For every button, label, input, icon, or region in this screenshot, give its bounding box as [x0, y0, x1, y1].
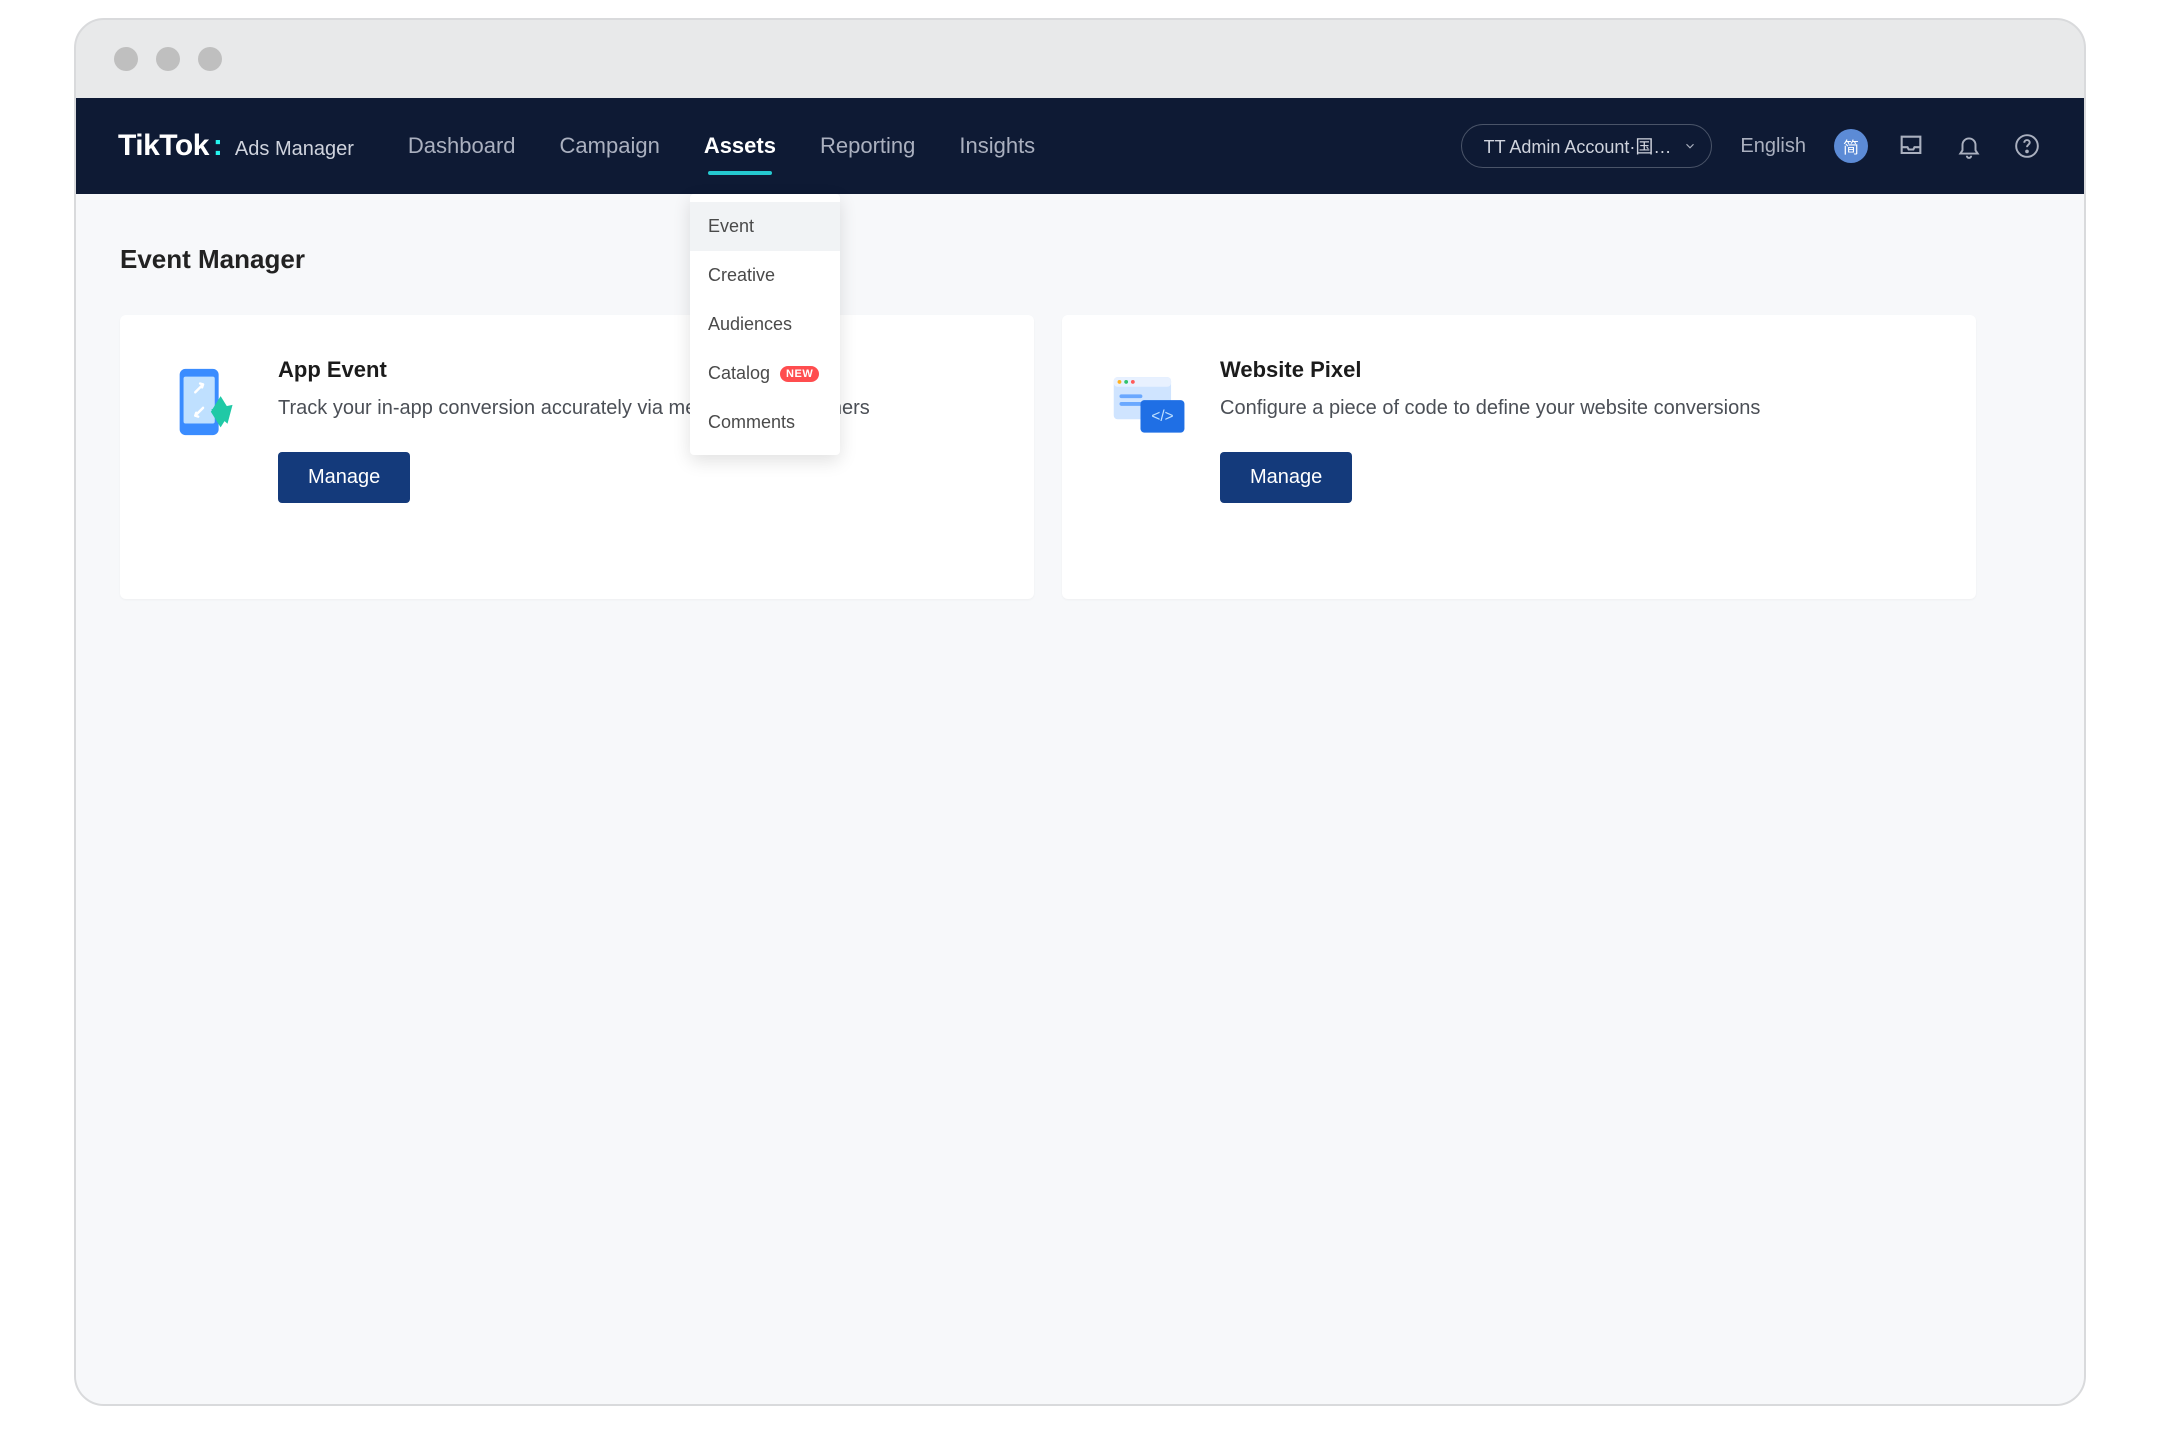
avatar-label: 简	[1843, 134, 1859, 158]
assets-dropdown: Event Creative Audiences Catalog NEW Com…	[690, 194, 840, 455]
nav-campaign[interactable]: Campaign	[560, 127, 660, 165]
app-event-icon	[166, 363, 244, 441]
nav-insights[interactable]: Insights	[959, 127, 1035, 165]
avatar[interactable]: 简	[1834, 129, 1868, 163]
cards-row: App Event Track your in-app conversion a…	[120, 315, 2040, 599]
nav-assets[interactable]: Assets	[704, 127, 776, 165]
card-title: App Event	[278, 357, 988, 383]
dropdown-item-creative[interactable]: Creative	[690, 251, 840, 300]
browser-frame: TikTok: Ads Manager Dashboard Campaign A…	[74, 18, 2086, 1406]
dropdown-item-audiences[interactable]: Audiences	[690, 300, 840, 349]
inbox-icon[interactable]	[1896, 131, 1926, 161]
nav-right: TT Admin Account·国… English 简	[1461, 124, 2042, 168]
account-selector[interactable]: TT Admin Account·国…	[1461, 124, 1713, 168]
app-root: TikTok: Ads Manager Dashboard Campaign A…	[76, 98, 2084, 1404]
card-title: Website Pixel	[1220, 357, 1930, 383]
dropdown-item-comments[interactable]: Comments	[690, 398, 840, 447]
language-selector[interactable]: English	[1740, 135, 1806, 158]
card-desc: Configure a piece of code to define your…	[1220, 393, 1840, 424]
account-selector-label: TT Admin Account·国…	[1484, 137, 1672, 157]
window-dot	[156, 47, 180, 71]
dropdown-item-label: Audiences	[708, 314, 792, 335]
brand-name: TikTok	[118, 129, 209, 163]
new-badge: NEW	[780, 366, 819, 382]
svg-text:</>: </>	[1151, 408, 1173, 425]
dropdown-item-label: Comments	[708, 412, 795, 433]
brand-logo[interactable]: TikTok: Ads Manager	[118, 129, 354, 163]
brand-colon: :	[213, 129, 223, 163]
card-body: Website Pixel Configure a piece of code …	[1220, 357, 1930, 503]
window-dot	[114, 47, 138, 71]
brand-product: Ads Manager	[235, 138, 354, 161]
manage-button[interactable]: Manage	[1220, 452, 1352, 503]
dropdown-item-label: Creative	[708, 265, 775, 286]
card-app-event: App Event Track your in-app conversion a…	[120, 315, 1034, 599]
dropdown-item-label: Event	[708, 216, 754, 237]
window-dot	[198, 47, 222, 71]
nav-items: Dashboard Campaign Assets Reporting Insi…	[408, 127, 1035, 165]
page-title: Event Manager	[120, 244, 2040, 275]
card-body: App Event Track your in-app conversion a…	[278, 357, 988, 503]
top-nav: TikTok: Ads Manager Dashboard Campaign A…	[76, 98, 2084, 194]
nav-dashboard[interactable]: Dashboard	[408, 127, 516, 165]
card-website-pixel: </> Website Pixel Configure a piece of c…	[1062, 315, 1976, 599]
manage-button[interactable]: Manage	[278, 452, 410, 503]
chevron-down-icon	[1683, 139, 1697, 153]
dropdown-item-label: Catalog	[708, 363, 770, 384]
website-pixel-icon: </>	[1108, 363, 1186, 441]
nav-reporting[interactable]: Reporting	[820, 127, 915, 165]
help-icon[interactable]	[2012, 131, 2042, 161]
window-title-bar	[76, 20, 2084, 98]
dropdown-item-event[interactable]: Event	[690, 202, 840, 251]
page-content: Event Manager App Eve	[76, 194, 2084, 649]
bell-icon[interactable]	[1954, 131, 1984, 161]
dropdown-item-catalog[interactable]: Catalog NEW	[690, 349, 840, 398]
